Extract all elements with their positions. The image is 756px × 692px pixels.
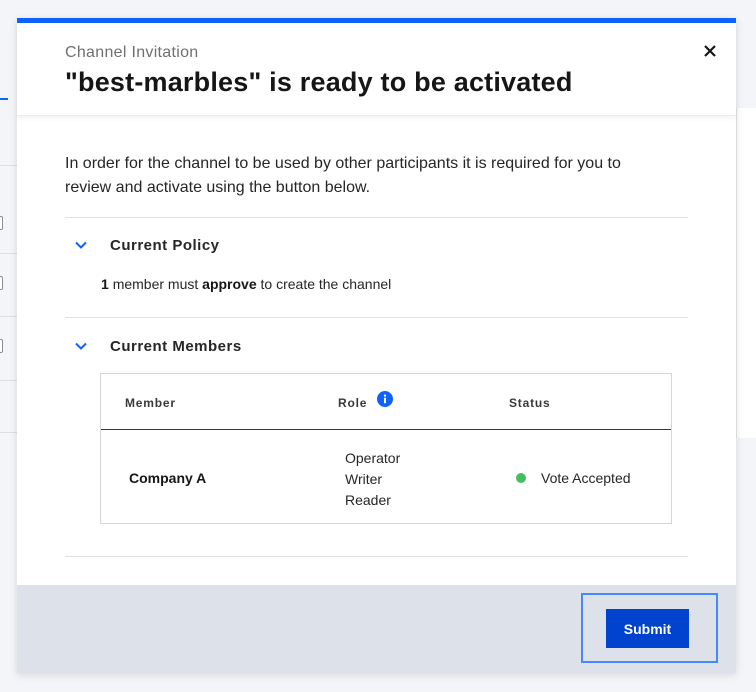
modal-eyebrow: Channel Invitation [65, 44, 199, 61]
close-button[interactable] [698, 39, 722, 63]
background-checkbox [0, 339, 3, 353]
background-checkbox [0, 276, 3, 290]
close-icon [704, 45, 716, 57]
modal-footer: Submit [17, 585, 736, 673]
submit-button[interactable]: Submit [606, 609, 689, 648]
background-tab-fragment [0, 78, 8, 100]
background-divider [0, 253, 18, 254]
column-header-status: Status [509, 396, 551, 410]
background-divider [0, 316, 18, 317]
policy-count: 1 [101, 276, 109, 292]
column-header-role: Role [338, 396, 368, 410]
background-panel-edge [736, 108, 756, 438]
role-item: Operator [345, 450, 401, 466]
chevron-down-icon [65, 332, 99, 360]
role-item: Reader [345, 492, 391, 508]
current-policy-toggle[interactable]: Current Policy [65, 231, 220, 259]
modal-header: Channel Invitation "best-marbles" is rea… [17, 23, 736, 116]
submit-focus-ring: Submit [581, 593, 718, 663]
table-header: Member Role Status [101, 374, 671, 430]
background-divider [0, 432, 18, 433]
section-divider [65, 217, 688, 218]
background-divider [0, 380, 18, 381]
policy-text-b: to create the channel [260, 276, 392, 292]
member-roles: Operator Writer Reader [345, 448, 400, 511]
chevron-down-icon [65, 231, 99, 259]
modal-title: "best-marbles" is ready to be activated [65, 67, 573, 97]
background-checkbox [0, 216, 3, 230]
policy-keyword: approve [202, 276, 257, 292]
current-members-toggle[interactable]: Current Members [65, 332, 242, 360]
member-status: Vote Accepted [541, 470, 631, 486]
members-table: Member Role Status Company A Operator Wr… [100, 373, 672, 524]
background-page-fragment [0, 20, 4, 34]
member-name: Company A [129, 470, 207, 486]
section-divider [65, 317, 688, 318]
column-header-member: Member [125, 396, 176, 410]
current-members-label: Current Members [110, 337, 242, 355]
status-dot-icon [516, 473, 526, 483]
background-divider [0, 165, 18, 166]
channel-invitation-modal: Channel Invitation "best-marbles" is rea… [17, 18, 736, 673]
policy-text-a: member must [112, 276, 199, 292]
policy-description: 1 member must approve to create the chan… [101, 276, 391, 292]
section-divider [65, 556, 688, 557]
role-item: Writer [345, 471, 383, 487]
info-icon[interactable] [377, 391, 393, 407]
intro-text: In order for the channel to be used by o… [65, 155, 621, 196]
current-policy-label: Current Policy [110, 236, 220, 254]
